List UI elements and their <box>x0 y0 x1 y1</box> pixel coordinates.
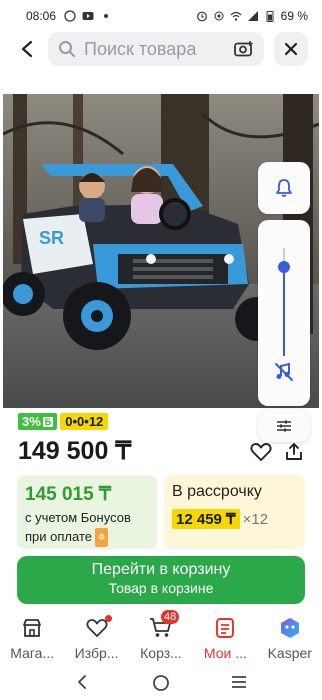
product-page: 08:06 69 % Поиск товара SR 3% Б 0•0•12 1… <box>0 0 322 700</box>
camera-search-icon[interactable] <box>234 40 254 58</box>
search-icon <box>59 41 75 57</box>
search-input[interactable]: Поиск товара <box>84 39 196 60</box>
store-icon <box>23 619 42 637</box>
favorite-heart-icon[interactable] <box>250 442 272 462</box>
alarm-icon <box>196 11 207 22</box>
heart-icon <box>86 619 108 637</box>
equalizer-icon <box>277 420 291 432</box>
nav-item-kasper[interactable]: Kasper <box>258 612 322 664</box>
volume-panel <box>258 220 310 406</box>
signal-icon <box>247 11 258 21</box>
installment-title: В рассрочку <box>172 483 262 500</box>
bonus-note-line1: с учетом Бонусов <box>25 510 131 525</box>
status-bar: 08:06 69 % <box>0 0 322 32</box>
go-to-cart-button[interactable]: Перейти в корзину Товар в корзине <box>17 556 305 604</box>
battery-icon <box>266 11 274 22</box>
nav-item-store[interactable]: Мага... <box>0 612 64 664</box>
bonus-price: 145 015 ₸ <box>25 484 112 505</box>
battery-percent: 69 % <box>280 9 308 23</box>
system-recents-icon[interactable] <box>230 674 248 690</box>
status-time: 08:06 <box>26 9 57 23</box>
bonus-badge: 3% Б <box>18 413 58 430</box>
orders-icon <box>216 618 235 638</box>
installment-months: ×12 <box>242 510 269 528</box>
bell-icon <box>276 179 292 197</box>
bonus-note-line2: при оплате <box>25 529 92 544</box>
sound-settings-button[interactable] <box>258 410 310 442</box>
share-icon[interactable] <box>284 442 304 462</box>
kasper-icon <box>280 618 299 638</box>
close-icon <box>284 42 298 56</box>
system-back-icon[interactable] <box>76 674 88 690</box>
wifi-icon <box>230 11 242 21</box>
nav-item-favorites[interactable]: Избр... <box>64 612 128 664</box>
notification-dot-icon <box>104 14 109 18</box>
installment-badge: 0•0•12 <box>60 413 109 430</box>
favorites-notification-dot <box>104 615 112 622</box>
volume-slider-thumb[interactable] <box>278 261 290 274</box>
search-field[interactable]: Поиск товара <box>48 32 264 66</box>
whatsapp-icon <box>64 10 76 22</box>
bonus-price-card[interactable]: 145 015 ₸ с учетом Бонусов при оплате Ф <box>17 475 157 549</box>
youtube-icon <box>82 12 94 20</box>
nav-item-orders[interactable]: Мои ... <box>193 612 257 664</box>
system-home-icon[interactable] <box>152 674 170 692</box>
cart-count-badge: 48 <box>160 610 180 624</box>
back-arrow-icon <box>21 40 33 58</box>
bonus-mark: Б <box>42 416 54 427</box>
search-header: Поиск товара <box>0 32 322 66</box>
system-navigation-bar <box>0 664 322 700</box>
svg-text:SR: SR <box>39 228 64 248</box>
product-badges: 3% Б 0•0•12 <box>18 413 109 430</box>
volume-fill <box>283 267 285 356</box>
media-mute-icon[interactable] <box>274 362 294 382</box>
back-button[interactable] <box>14 36 40 62</box>
nav-item-cart[interactable]: 48 Корз... <box>129 610 193 664</box>
installment-monthly: 12 459 ₸ <box>172 509 240 529</box>
cart-button-sublabel: Товар в корзине <box>108 580 214 596</box>
product-price: 149 500 ₸ <box>18 437 132 465</box>
bottom-navigation: Мага... Избр... 48 Корз... Мои ... Kaspe… <box>0 610 322 664</box>
close-button[interactable] <box>274 32 308 66</box>
bonus-chip: Ф <box>94 528 108 547</box>
installment-card[interactable]: В рассрочку 12 459 ₸ ×12 <box>164 475 305 549</box>
hotspot-icon <box>214 11 224 21</box>
cart-button-label: Перейти в корзину <box>91 561 231 578</box>
ringer-mode-button[interactable] <box>258 162 310 214</box>
